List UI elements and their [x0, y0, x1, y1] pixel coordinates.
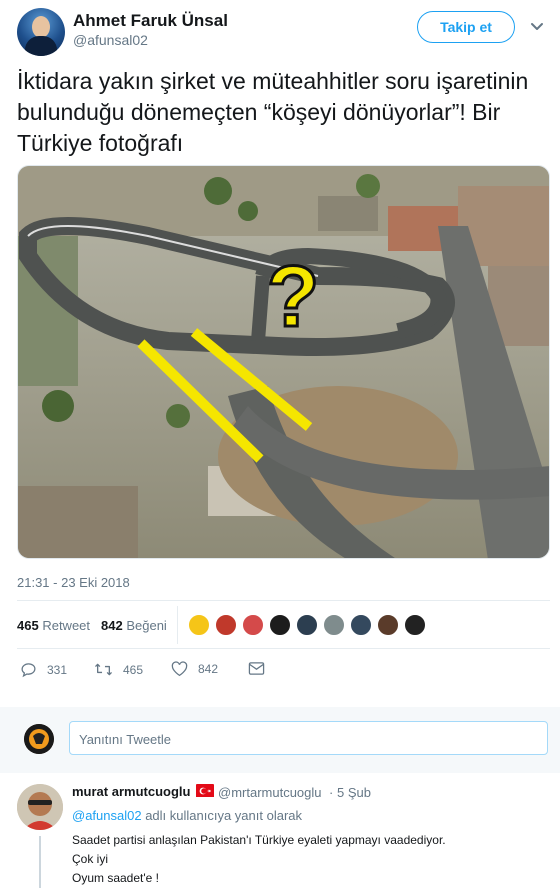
tweet-text: İktidara yakın şirket ve müteahhitler so… [17, 68, 529, 156]
liker-avatar[interactable] [323, 614, 345, 636]
liker-avatar[interactable] [350, 614, 372, 636]
reply-line-1: Saadet partisi anlaşılan Pakistan'ı Türk… [72, 833, 446, 847]
liker-avatar[interactable] [377, 614, 399, 636]
current-user-avatar [24, 724, 54, 754]
question-mark-overlay: ? [267, 249, 320, 345]
divider [17, 600, 550, 601]
reply-line-2: Çok iyi [72, 852, 109, 866]
reply-author-name[interactable]: murat armutcuoglu [72, 784, 190, 799]
tweet-timestamp[interactable]: 21:31 - 23 Eki 2018 [17, 575, 130, 590]
reply-input[interactable]: Yanıtını Tweetle [69, 721, 548, 755]
envelope-icon [248, 662, 265, 675]
liker-avatar[interactable] [269, 614, 291, 636]
author-avatar[interactable] [17, 8, 65, 56]
reply-author-handle[interactable]: @mrtarmutcuoglu [218, 785, 322, 800]
retweet-action[interactable]: 465 [94, 661, 143, 678]
reply-icon [21, 663, 36, 678]
retweet-stat[interactable]: 465 Retweet [17, 618, 90, 633]
liker-avatar[interactable] [188, 614, 210, 636]
heart-icon [171, 661, 188, 677]
turkey-flag-icon [196, 784, 214, 797]
follow-button[interactable]: Takip et [417, 11, 515, 43]
author-handle[interactable]: @afunsal02 [73, 32, 148, 48]
message-action[interactable] [248, 661, 275, 676]
chevron-down-icon[interactable] [530, 20, 544, 34]
thread-line [39, 836, 41, 888]
liker-avatar[interactable] [404, 614, 426, 636]
like-stat[interactable]: 842 Beğeni [101, 618, 167, 633]
divider [17, 648, 550, 649]
reply-date[interactable]: 5 Şub [337, 785, 371, 800]
replying-to: @afunsal02 adlı kullanıcıya yanıt olarak [72, 808, 303, 823]
reply-dot: · [329, 785, 334, 800]
liker-avatar[interactable] [215, 614, 237, 636]
author-name[interactable]: Ahmet Faruk Ünsal [73, 11, 228, 31]
stats-separator [177, 606, 178, 644]
like-action[interactable]: 842 [171, 661, 218, 677]
reply-action[interactable]: 331 [20, 661, 67, 678]
flyover-aerial-image: ? [18, 166, 549, 558]
liker-avatar[interactable] [296, 614, 318, 636]
liker-avatar[interactable] [242, 614, 264, 636]
reply-author-avatar[interactable] [17, 784, 63, 830]
reply-line-3: Oyum saadet'e ! [72, 871, 159, 885]
replying-to-link[interactable]: @afunsal02 [72, 808, 142, 823]
tweet-photo[interactable]: ? [17, 165, 550, 559]
retweet-icon [94, 663, 113, 676]
